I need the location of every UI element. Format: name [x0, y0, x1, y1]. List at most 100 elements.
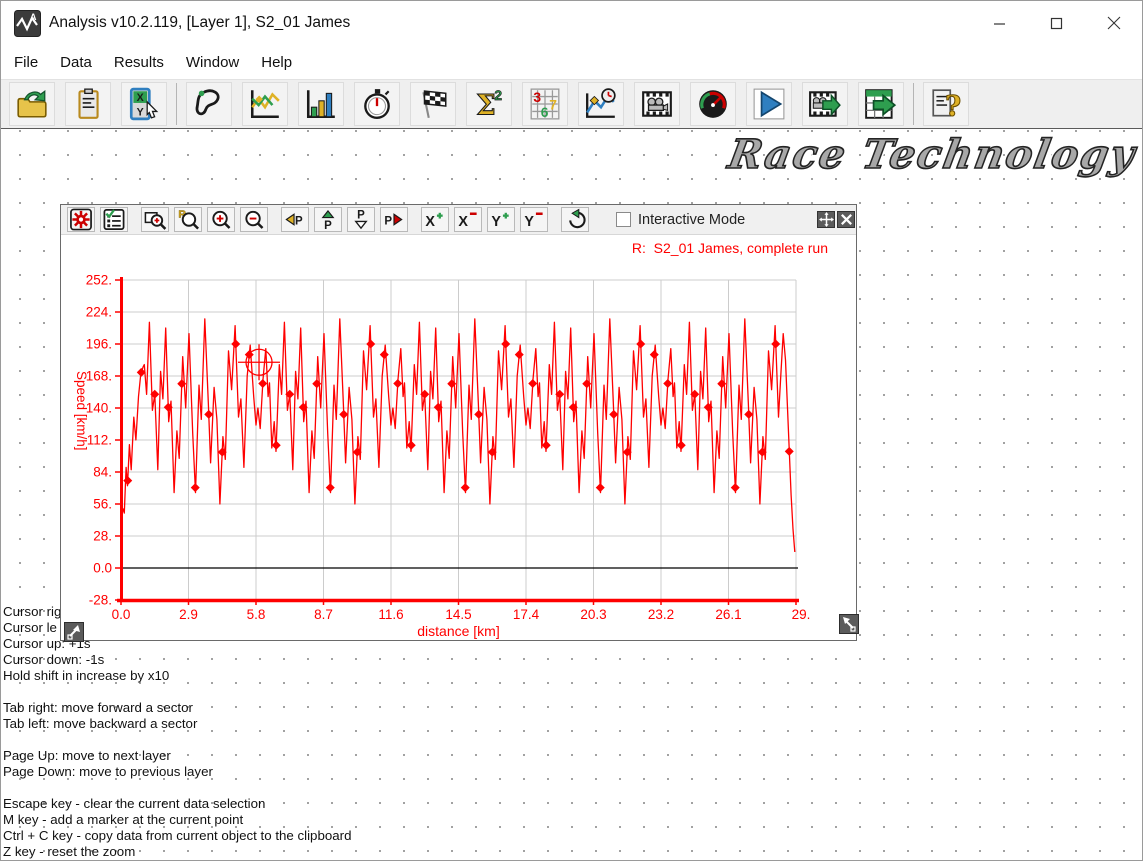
series-legend: R: S2_01 James, complete run	[632, 240, 828, 256]
stopwatch-button[interactable]	[354, 82, 400, 126]
x-axis-shrink-button[interactable]: X	[454, 207, 482, 232]
app-window: A Analysis v10.2.119, [Layer 1], S2_01 J…	[0, 0, 1143, 861]
zoom-region-button[interactable]	[141, 207, 169, 232]
zoom-in-icon	[209, 208, 233, 231]
sector-marker	[380, 350, 389, 359]
help-line: M key - add a marker at the current poin…	[3, 812, 351, 828]
speed-distance-chart[interactable]: 252.224.196.168.140.112.84.56.28.0.0-28.…	[61, 261, 856, 642]
zoom-out-icon	[242, 208, 266, 231]
x-tick-label: 20.3	[580, 607, 606, 622]
track-map-button[interactable]	[186, 82, 232, 126]
line-graph-icon	[248, 87, 282, 121]
sector-marker	[744, 410, 753, 419]
xy-table-button[interactable]: XY	[121, 82, 167, 126]
x-tick-label: 26.1	[715, 607, 741, 622]
sector-marker	[785, 447, 794, 456]
interactive-mode-checkbox[interactable]	[616, 212, 631, 227]
sector-marker	[123, 476, 132, 485]
settings-gear-button[interactable]	[67, 207, 95, 232]
prev-lap-button[interactable]: P	[281, 207, 309, 232]
help-line: Cursor down: -1s	[3, 652, 351, 668]
x-tick-label: 11.6	[378, 607, 403, 622]
y-tick-label: 84.	[93, 465, 112, 480]
zoom-out-button[interactable]	[240, 207, 268, 232]
finish-flag-button[interactable]	[410, 82, 456, 126]
sector-marker	[258, 379, 267, 388]
sector-marker	[272, 441, 281, 450]
y-axis-title: Speed [km/h]	[74, 371, 89, 451]
y-axis-shrink-button[interactable]: Y	[520, 207, 548, 232]
menu-item-file[interactable]: File	[3, 49, 49, 76]
close-icon	[839, 212, 854, 227]
reset-view-button[interactable]	[561, 207, 589, 232]
lap-down-button[interactable]: P	[347, 207, 375, 232]
y-tick-label: -28.	[89, 593, 112, 608]
svg-text:A: A	[30, 12, 37, 22]
clipboard-button[interactable]	[65, 82, 111, 126]
x-tick-label: 29.	[792, 607, 811, 622]
svg-text:3: 3	[533, 89, 541, 105]
sector-marker	[231, 340, 240, 349]
help-line	[3, 684, 351, 700]
sector-marker	[407, 441, 416, 450]
x-tick-label: 17.4	[513, 607, 540, 622]
line-graph-button[interactable]	[242, 82, 288, 126]
help-line: Tab left: move backward a sector	[3, 716, 351, 732]
menu-item-data[interactable]: Data	[49, 49, 103, 76]
map-time-icon	[584, 87, 618, 121]
y-axis-shrink-icon: Y	[522, 208, 546, 231]
video-export-button[interactable]	[802, 82, 848, 126]
sector-marker	[474, 410, 483, 419]
lap-up-button[interactable]: P	[314, 207, 342, 232]
maximize-button[interactable]	[1028, 1, 1085, 45]
close-button[interactable]	[1085, 1, 1142, 45]
table-export-button[interactable]	[858, 82, 904, 126]
y-axis-expand-icon: Y	[489, 208, 513, 231]
move-window-button[interactable]	[817, 211, 835, 228]
statistics-sigma-icon: Σ2	[472, 87, 506, 121]
sector-marker	[542, 441, 551, 450]
resize-grip-left[interactable]	[64, 622, 84, 642]
y-tick-label: 252.	[86, 273, 112, 288]
sector-times-icon: 367	[528, 87, 562, 121]
settings-gear-icon	[69, 208, 93, 231]
sector-marker	[771, 340, 780, 349]
display-options-button[interactable]	[100, 207, 128, 232]
xy-table-icon: XY	[127, 87, 161, 121]
minimize-button[interactable]	[971, 1, 1028, 45]
zoom-in-button[interactable]	[207, 207, 235, 232]
menu-item-results[interactable]: Results	[103, 49, 175, 76]
svg-text:Y: Y	[491, 214, 501, 230]
map-time-button[interactable]	[578, 82, 624, 126]
close-chart-window-button[interactable]	[837, 211, 855, 228]
lap-up-icon: P	[316, 208, 340, 231]
help-doc-button[interactable]: ?	[923, 82, 969, 126]
resize-grip-right[interactable]	[839, 614, 859, 634]
zoom-reset-button[interactable]: R	[174, 207, 202, 232]
svg-text:P: P	[357, 210, 365, 222]
toolbar-separator	[176, 83, 177, 125]
open-file-button[interactable]	[9, 82, 55, 126]
play-button[interactable]	[746, 82, 792, 126]
bar-chart-button[interactable]	[298, 82, 344, 126]
x-axis-expand-button[interactable]: X	[421, 207, 449, 232]
x-axis-expand-icon: X	[423, 208, 447, 231]
svg-text:X: X	[137, 92, 144, 104]
svg-text:Y: Y	[524, 214, 534, 230]
y-tick-label: 112.	[87, 433, 112, 448]
cursor-crosshair[interactable]	[238, 344, 280, 380]
finish-flag-icon	[416, 87, 450, 121]
video-button[interactable]	[634, 82, 680, 126]
statistics-sigma-button[interactable]: Σ2	[466, 82, 512, 126]
sector-times-button[interactable]: 367	[522, 82, 568, 126]
next-lap-button[interactable]: P	[380, 207, 408, 232]
legend-row: R: S2_01 James, complete run	[61, 235, 856, 261]
dashboard-gauge-button[interactable]	[690, 82, 736, 126]
bar-chart-icon	[304, 87, 338, 121]
prev-lap-icon: P	[283, 208, 307, 231]
sector-marker	[501, 340, 510, 349]
help-line	[3, 732, 351, 748]
y-axis-expand-button[interactable]: Y	[487, 207, 515, 232]
menu-item-help[interactable]: Help	[250, 49, 303, 76]
menu-item-window[interactable]: Window	[175, 49, 250, 76]
